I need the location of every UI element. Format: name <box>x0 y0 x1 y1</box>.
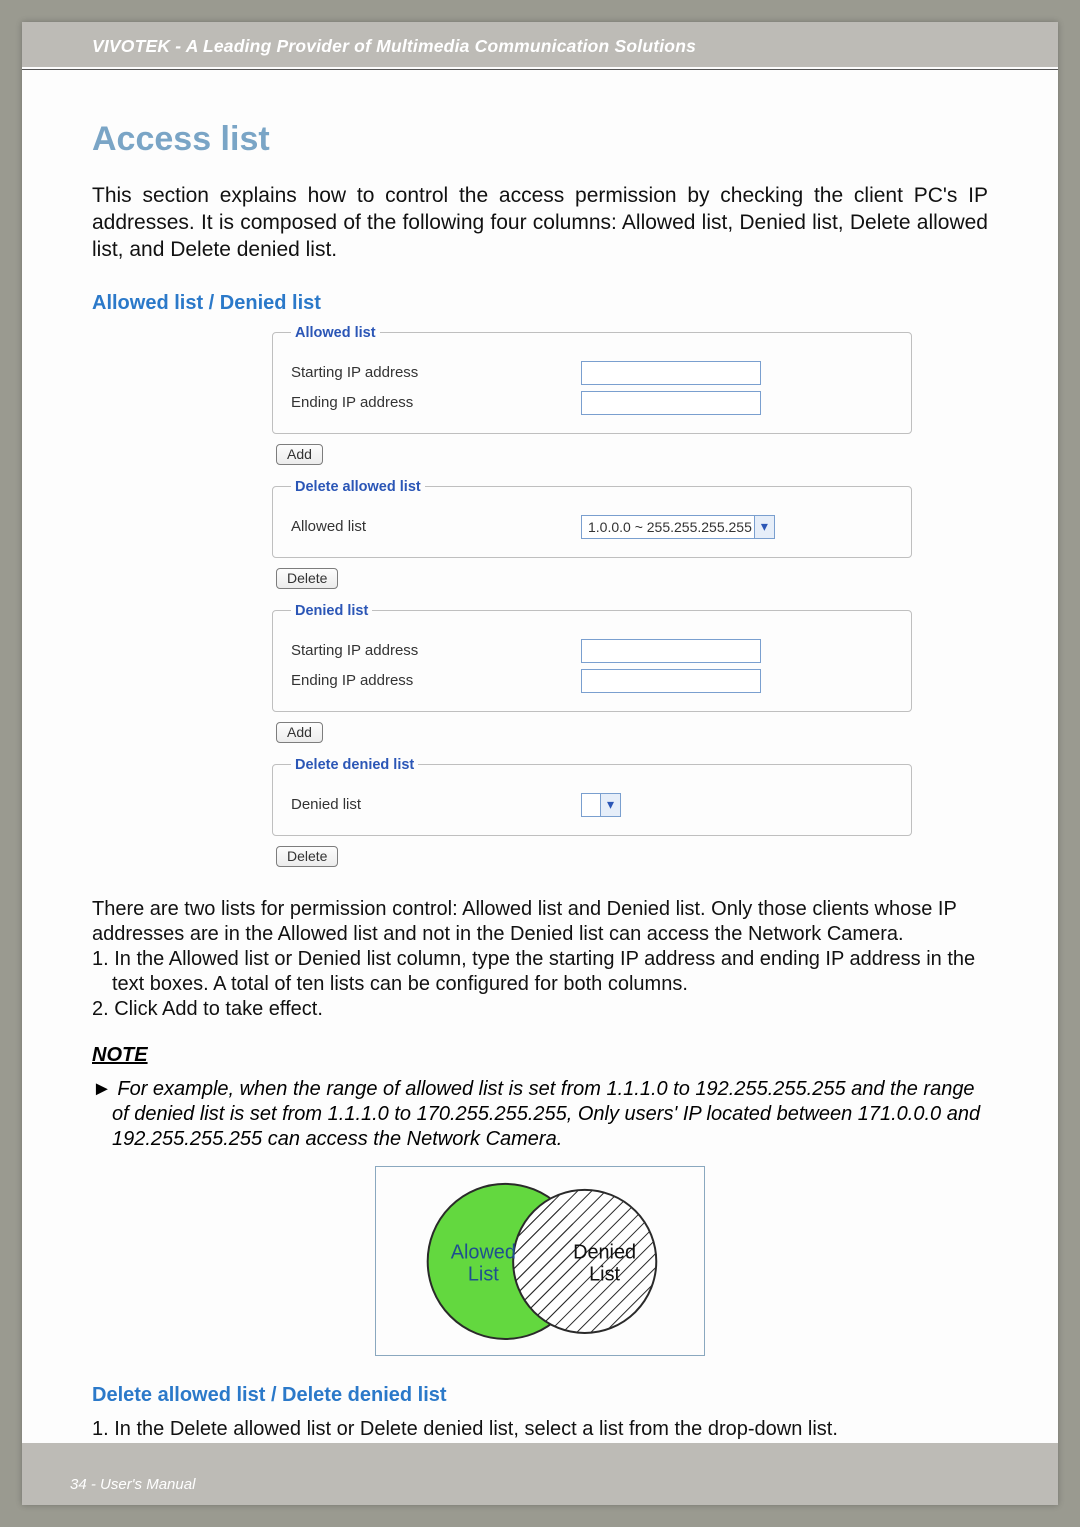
ending-ip-input[interactable] <box>581 391 761 415</box>
delete-allowed-fieldset: Delete allowed list Allowed list 1.0.0.0… <box>272 479 912 558</box>
delete-button[interactable]: Delete <box>276 568 338 589</box>
allowed-list-legend: Allowed list <box>291 325 380 341</box>
chevron-down-icon: ▾ <box>600 794 620 816</box>
delete-denied-fieldset: Delete denied list Denied list ▾ <box>272 757 912 836</box>
allowed-list-label: Allowed list <box>291 518 581 535</box>
denied-list-fieldset: Denied list Starting IP address Ending I… <box>272 603 912 712</box>
two-lists-paragraph: There are two lists for permission contr… <box>92 897 988 947</box>
denied-ending-ip-input[interactable] <box>581 669 761 693</box>
venn-diagram-wrap: Alowed List Denied List <box>92 1166 988 1356</box>
denied-list-select[interactable]: ▾ <box>581 793 621 817</box>
page: VIVOTEK - A Leading Provider of Multimed… <box>22 22 1058 1505</box>
venn-left-label-2: List <box>468 1263 499 1285</box>
delete-allowed-legend: Delete allowed list <box>291 479 425 495</box>
delete-denied-legend: Delete denied list <box>291 757 418 773</box>
config-panels: Allowed list Starting IP address Ending … <box>272 325 912 881</box>
venn-diagram: Alowed List Denied List <box>375 1166 705 1356</box>
intro-paragraph: This section explains how to control the… <box>92 183 988 264</box>
denied-list-label: Denied list <box>291 796 581 813</box>
subheading-allowed-denied: Allowed list / Denied list <box>92 292 988 315</box>
step-1: 1. In the Allowed list or Denied list co… <box>92 947 988 997</box>
footer-text: 34 - User's Manual <box>70 1476 195 1493</box>
venn-right-label-1: Denied <box>573 1241 636 1263</box>
note-body: ► For example, when the range of allowed… <box>92 1077 988 1152</box>
starting-ip-input[interactable] <box>581 361 761 385</box>
footer-band <box>22 1443 1058 1505</box>
venn-left-label-1: Alowed <box>451 1241 516 1263</box>
chevron-down-icon: ▾ <box>754 516 774 538</box>
ending-ip-label: Ending IP address <box>291 394 581 411</box>
step-2: 2. Click Add to take effect. <box>92 997 988 1022</box>
add-button[interactable]: Add <box>276 444 323 465</box>
ending-ip-label: Ending IP address <box>291 672 581 689</box>
venn-right-label-2: List <box>589 1263 620 1285</box>
add-button[interactable]: Add <box>276 722 323 743</box>
allowed-list-fieldset: Allowed list Starting IP address Ending … <box>272 325 912 434</box>
brand-line: VIVOTEK - A Leading Provider of Multimed… <box>92 36 988 57</box>
allowed-list-select[interactable]: 1.0.0.0 ~ 255.255.255.255 ▾ <box>581 515 775 539</box>
note-heading: NOTE <box>92 1044 988 1067</box>
header-band: VIVOTEK - A Leading Provider of Multimed… <box>22 22 1058 67</box>
page-title: Access list <box>92 120 988 159</box>
denied-starting-ip-input[interactable] <box>581 639 761 663</box>
delete-button[interactable]: Delete <box>276 846 338 867</box>
denied-list-legend: Denied list <box>291 603 372 619</box>
subheading-delete: Delete allowed list / Delete denied list <box>92 1384 988 1407</box>
starting-ip-label: Starting IP address <box>291 642 581 659</box>
allowed-list-selected: 1.0.0.0 ~ 255.255.255.255 <box>588 519 752 535</box>
content: Access list This section explains how to… <box>92 70 988 1467</box>
delete-step-1: 1. In the Delete allowed list or Delete … <box>92 1417 988 1442</box>
starting-ip-label: Starting IP address <box>291 364 581 381</box>
